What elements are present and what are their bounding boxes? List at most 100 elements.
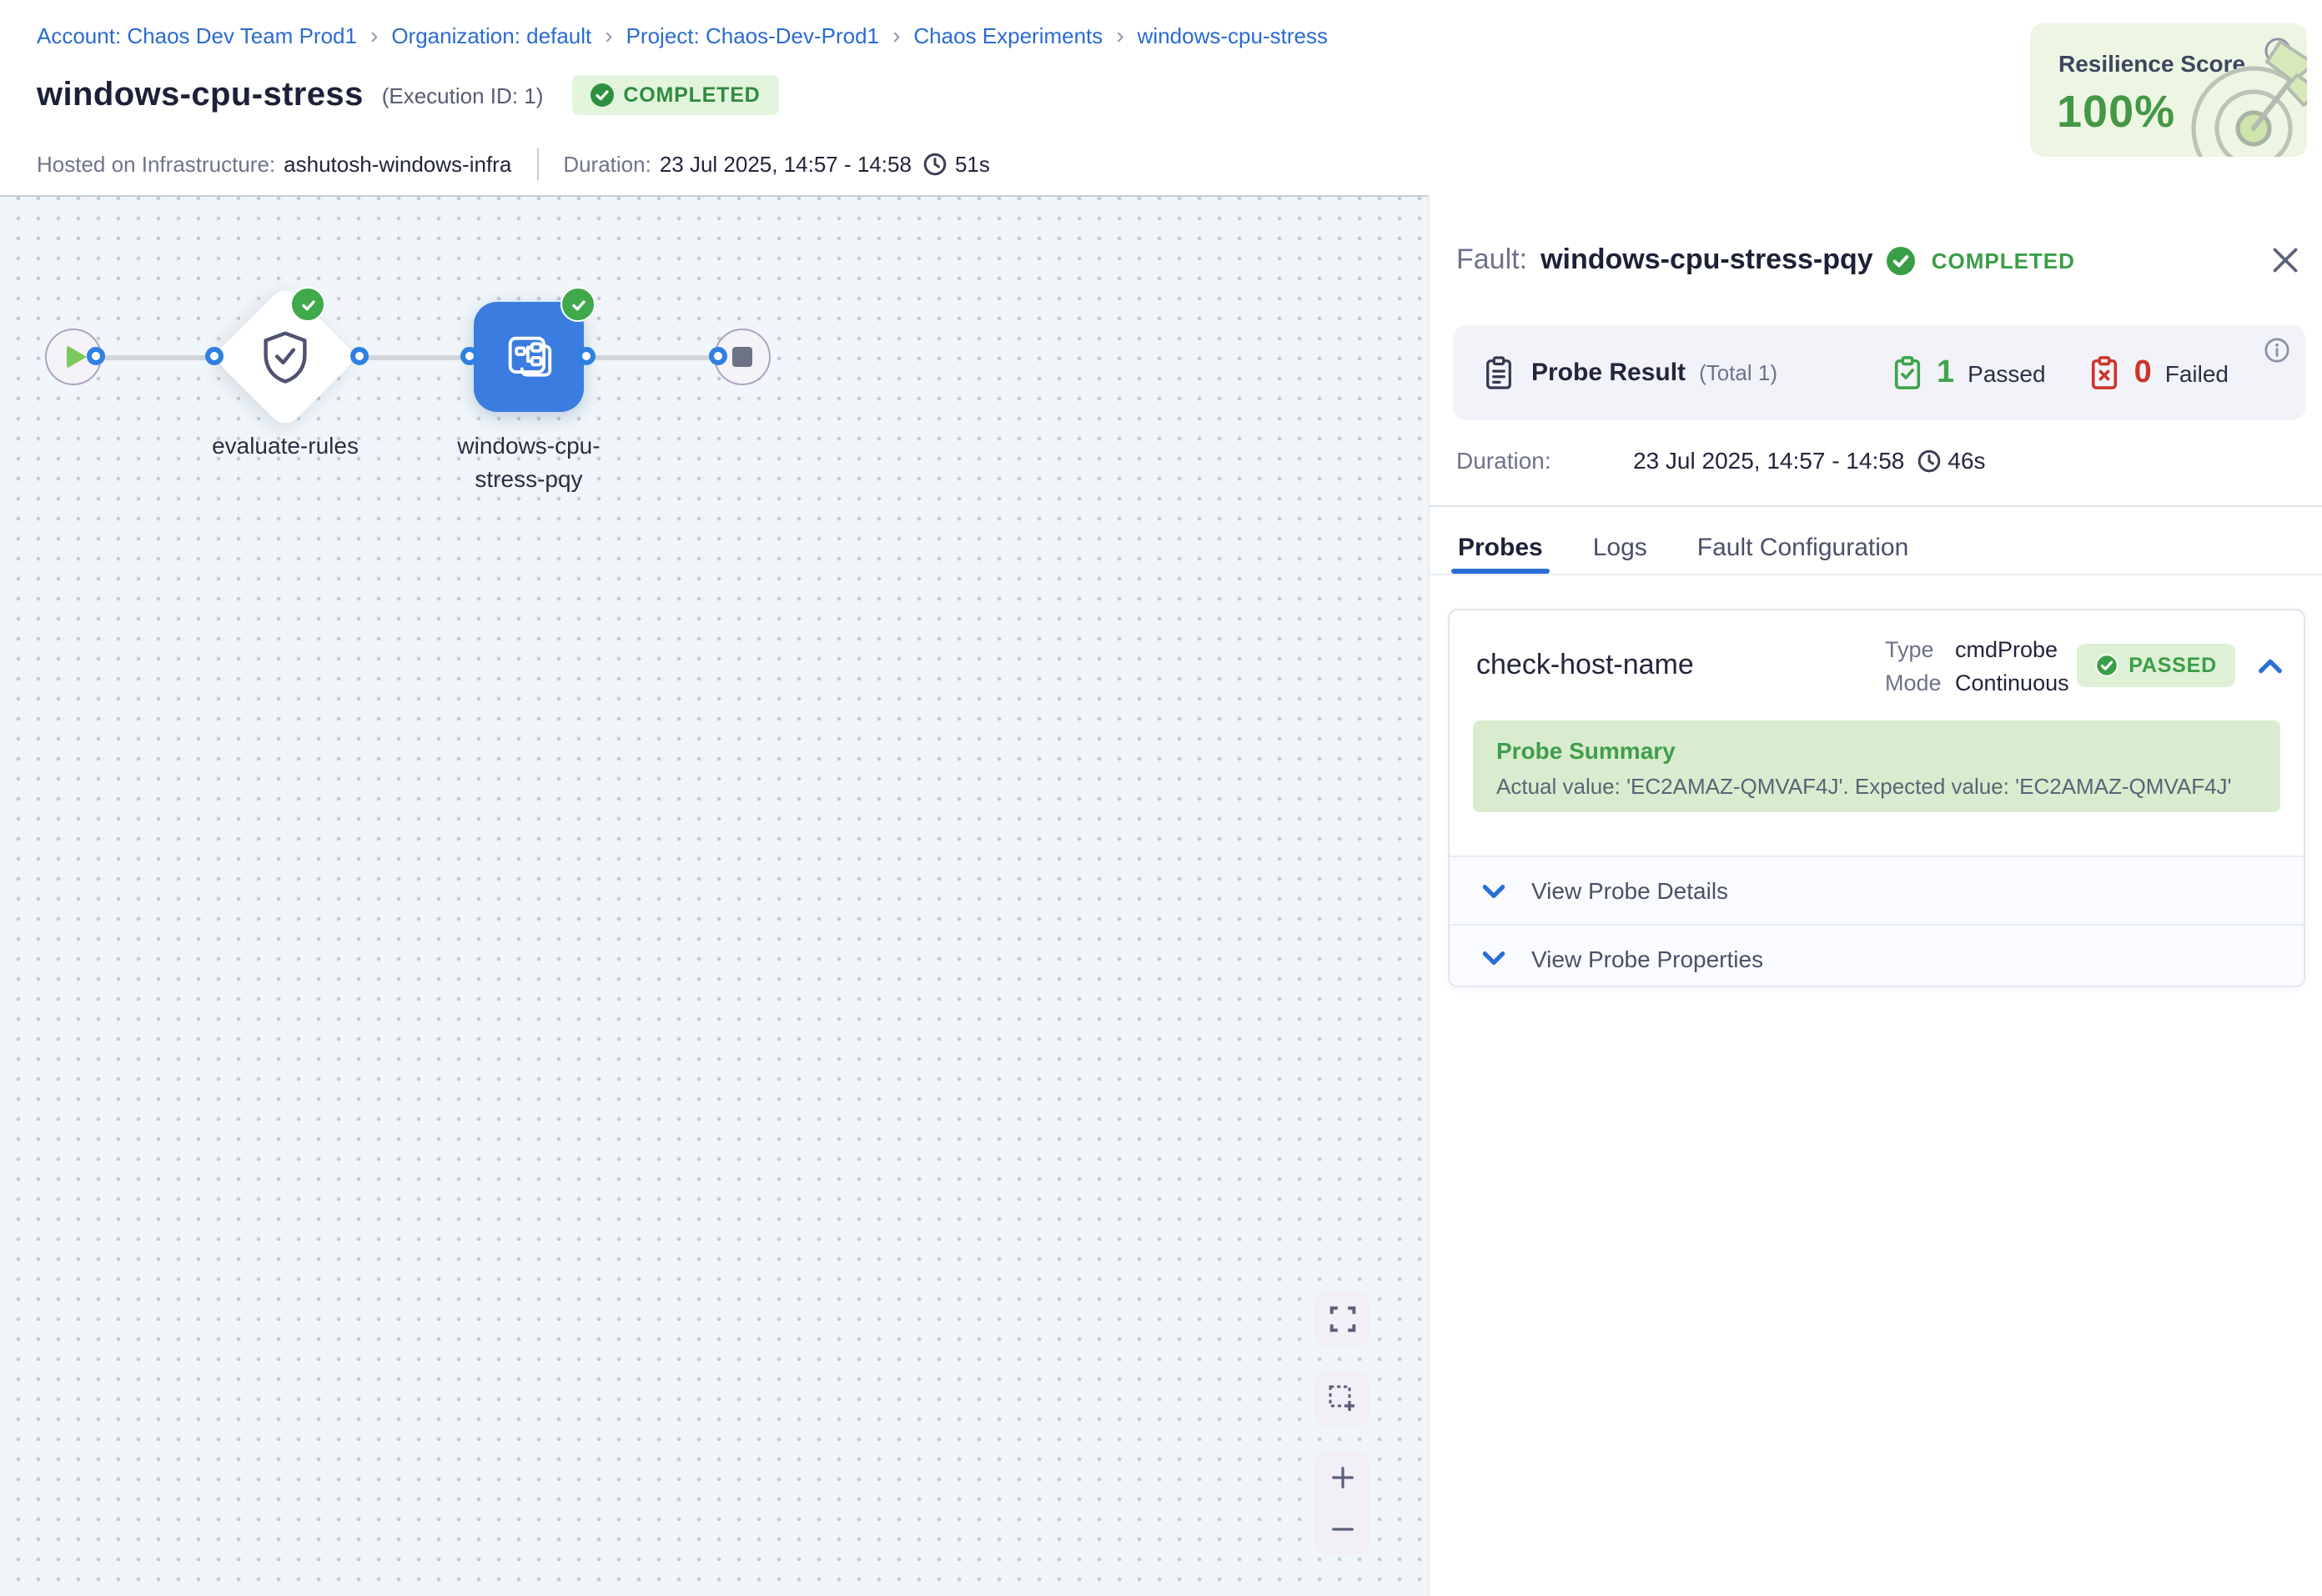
clock-icon — [1916, 448, 1941, 473]
fault-duration-label: Duration: — [1456, 447, 1633, 474]
duration-label: Duration: — [563, 152, 651, 177]
target-illustration — [2164, 32, 2307, 157]
duration-seconds: 51s — [955, 152, 990, 177]
fault-header: Fault: windows-cpu-stress-pqy COMPLETED — [1456, 243, 2299, 277]
meta-row: Hosted on Infrastructure: ashutosh-windo… — [37, 148, 990, 180]
breadcrumb-separator: › — [605, 22, 612, 48]
execution-id: (Execution ID: 1) — [382, 83, 544, 108]
edge-connector-dot — [460, 347, 479, 365]
tab-logs[interactable]: Logs — [1591, 522, 1649, 574]
edge-connector-dot — [205, 347, 224, 365]
chevron-down-icon — [1483, 951, 1505, 966]
fault-details-panel: Fault: windows-cpu-stress-pqy COMPLETED … — [1428, 195, 2322, 1596]
status-badge: COMPLETED — [571, 75, 778, 115]
probe-summary-text: Actual value: 'EC2AMAZ-QMVAF4J'. Expecte… — [1496, 774, 2257, 799]
fault-label: Fault: — [1456, 243, 1527, 277]
divider — [1430, 505, 2322, 507]
check-circle-icon — [590, 83, 613, 107]
probe-type-value: cmdProbe — [1955, 636, 2077, 661]
success-check-badge — [560, 287, 596, 322]
zoom-out-button[interactable] — [1314, 1503, 1370, 1554]
fault-duration-seconds: 46s — [1948, 447, 1985, 474]
title-row: windows-cpu-stress (Execution ID: 1) COM… — [37, 75, 779, 115]
duration-value: 23 Jul 2025, 14:57 - 14:58 — [660, 152, 912, 177]
probe-status-label: PASSED — [2128, 654, 2217, 677]
breadcrumb-organization[interactable]: Organization: default — [391, 23, 591, 48]
resilience-score-card: Resilience Score 100% — [2030, 23, 2307, 157]
pipeline-edge — [73, 355, 742, 359]
fullscreen-icon — [1329, 1305, 1355, 1332]
zoom-in-button[interactable] — [1314, 1451, 1370, 1503]
probe-card-header[interactable]: check-host-name Type cmdProbe Mode Conti… — [1450, 610, 2304, 720]
panel-tabs: Probes Logs Fault Configuration — [1456, 522, 1910, 574]
check-circle-icon — [1887, 246, 1915, 274]
breadcrumb-chaos-experiments[interactable]: Chaos Experiments — [913, 23, 1103, 48]
probe-result-counts: 1 Passed 0 Failed — [1892, 354, 2229, 391]
shield-check-icon — [260, 330, 310, 384]
view-probe-properties-label: View Probe Properties — [1531, 945, 1763, 971]
view-probe-details-row[interactable]: View Probe Details — [1450, 857, 2304, 924]
failed-count: 0 — [2134, 354, 2152, 391]
breadcrumb-account[interactable]: Account: Chaos Dev Team Prod1 — [37, 23, 357, 48]
divider — [536, 148, 538, 180]
fault-duration-value: 23 Jul 2025, 14:57 - 14:58 — [1633, 447, 1904, 474]
page-title: windows-cpu-stress — [37, 76, 364, 114]
probe-status-badge: PASSED — [2077, 644, 2235, 687]
chevron-down-icon — [1483, 883, 1505, 898]
chevron-up-icon[interactable] — [2259, 658, 2282, 673]
breadcrumb: Account: Chaos Dev Team Prod1 › Organiza… — [37, 22, 1328, 48]
fault-name: windows-cpu-stress-pqy — [1540, 243, 1873, 277]
app: Account: Chaos Dev Team Prod1 › Organiza… — [0, 0, 2322, 1596]
selection-icon — [1328, 1384, 1356, 1413]
probe-result-summary: Probe Result (Total 1) 1 Passed 0 Failed — [1453, 325, 2305, 420]
selection-mode-button[interactable] — [1314, 1371, 1370, 1426]
passed-label: Passed — [1968, 359, 2045, 386]
play-icon — [67, 345, 87, 369]
evaluate-rules-label: evaluate-rules — [168, 430, 402, 463]
clipboard-check-icon — [1892, 355, 1923, 390]
view-probe-properties-row[interactable]: View Probe Properties — [1450, 924, 2304, 987]
probe-expanders: View Probe Details View Probe Properties — [1450, 856, 2304, 987]
failed-label: Failed — [2165, 359, 2229, 386]
info-icon[interactable] — [2264, 337, 2290, 372]
page-header: Account: Chaos Dev Team Prod1 › Organiza… — [0, 0, 2322, 195]
probe-name: check-host-name — [1476, 649, 1885, 682]
edge-connector-dot — [709, 347, 727, 365]
fullscreen-button[interactable] — [1314, 1291, 1370, 1346]
windows-cpu-stress-label: windows-cpu-stress-pqy — [444, 430, 614, 495]
fault-duration-row: Duration: 23 Jul 2025, 14:57 - 14:58 46s — [1456, 447, 1986, 474]
tab-fault-configuration[interactable]: Fault Configuration — [1696, 522, 1911, 574]
view-probe-details-label: View Probe Details — [1531, 877, 1728, 904]
probe-meta: Type cmdProbe Mode Continuous — [1885, 636, 2077, 695]
breadcrumb-separator: › — [1116, 22, 1123, 48]
tab-probes[interactable]: Probes — [1456, 522, 1545, 574]
breadcrumb-separator: › — [892, 22, 900, 48]
probe-card: check-host-name Type cmdProbe Mode Conti… — [1448, 609, 2305, 987]
status-badge-label: COMPLETED — [623, 83, 760, 107]
probe-summary-box: Probe Summary Actual value: 'EC2AMAZ-QMV… — [1473, 720, 2280, 812]
stop-icon — [732, 347, 752, 367]
passed-count: 1 — [1937, 354, 1954, 391]
divider — [1430, 574, 2322, 575]
hosted-on-label: Hosted on Infrastructure: — [37, 152, 275, 177]
probe-mode-value: Continuous — [1955, 670, 2077, 695]
success-check-badge — [290, 287, 325, 322]
probe-type-label: Type — [1885, 636, 1955, 661]
fault-icon — [500, 329, 557, 385]
close-icon[interactable] — [2272, 247, 2299, 274]
breadcrumb-project[interactable]: Project: Chaos-Dev-Prod1 — [626, 23, 879, 48]
probe-result-title: Probe Result — [1531, 359, 1686, 387]
fault-status: COMPLETED — [1932, 248, 2075, 273]
edge-connector-dot — [87, 347, 105, 365]
pipeline-canvas[interactable]: evaluate-rules windows-cpu-stress-pqy — [0, 195, 1428, 1596]
breadcrumb-current-experiment[interactable]: windows-cpu-stress — [1138, 23, 1328, 48]
clock-icon — [923, 152, 948, 177]
clipboard-x-icon — [2089, 355, 2121, 390]
edge-connector-dot — [577, 347, 596, 365]
resilience-score-value: 100% — [2057, 87, 2175, 138]
clipboard-icon — [1483, 355, 1515, 390]
zoom-controls — [1314, 1451, 1370, 1554]
check-circle-icon — [2095, 654, 2118, 677]
infrastructure-name: ashutosh-windows-infra — [284, 152, 511, 177]
probe-mode-label: Mode — [1885, 670, 1955, 695]
